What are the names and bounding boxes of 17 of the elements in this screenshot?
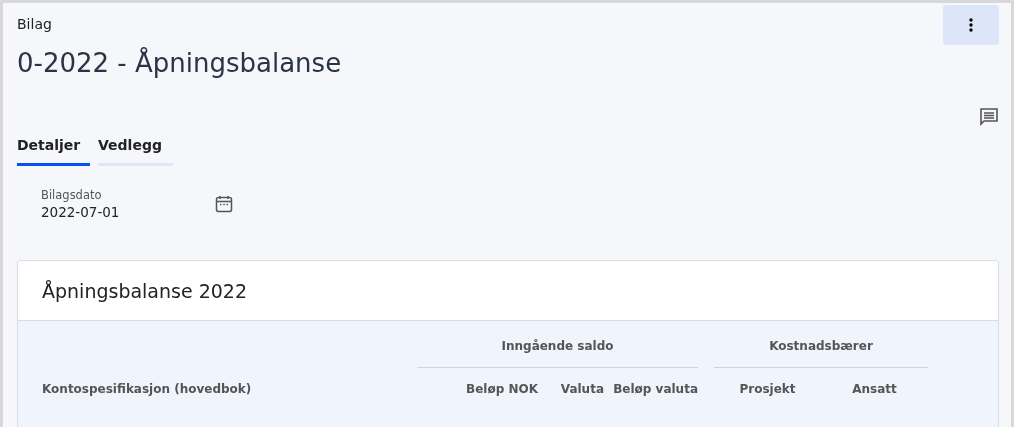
column-header: Prosjekt <box>738 381 797 398</box>
column-group-header: Inngående saldo <box>417 339 698 368</box>
column-header: Beløp NOK <box>465 381 538 398</box>
column-header: Beløp valuta <box>612 381 698 398</box>
column-header: Valuta <box>559 381 604 398</box>
calendar-icon[interactable] <box>215 195 234 213</box>
column-group-header: Kostnadsbærer <box>714 339 928 368</box>
page-title: 0-2022 - Åpningsbalanse <box>17 48 342 78</box>
breadcrumb: Bilag <box>17 16 53 32</box>
comment-icon[interactable] <box>979 107 999 127</box>
tab[interactable]: Detaljer <box>17 137 90 166</box>
tab[interactable]: Vedlegg <box>98 137 173 166</box>
column-header: Ansatt <box>851 381 898 398</box>
more-icon <box>969 18 973 32</box>
field-label: Bilagsdato <box>41 188 103 202</box>
date-field[interactable]: 2022-07-01 <box>41 204 120 220</box>
column-header: Kontospesifikasjon (hovedbok) <box>41 381 253 398</box>
